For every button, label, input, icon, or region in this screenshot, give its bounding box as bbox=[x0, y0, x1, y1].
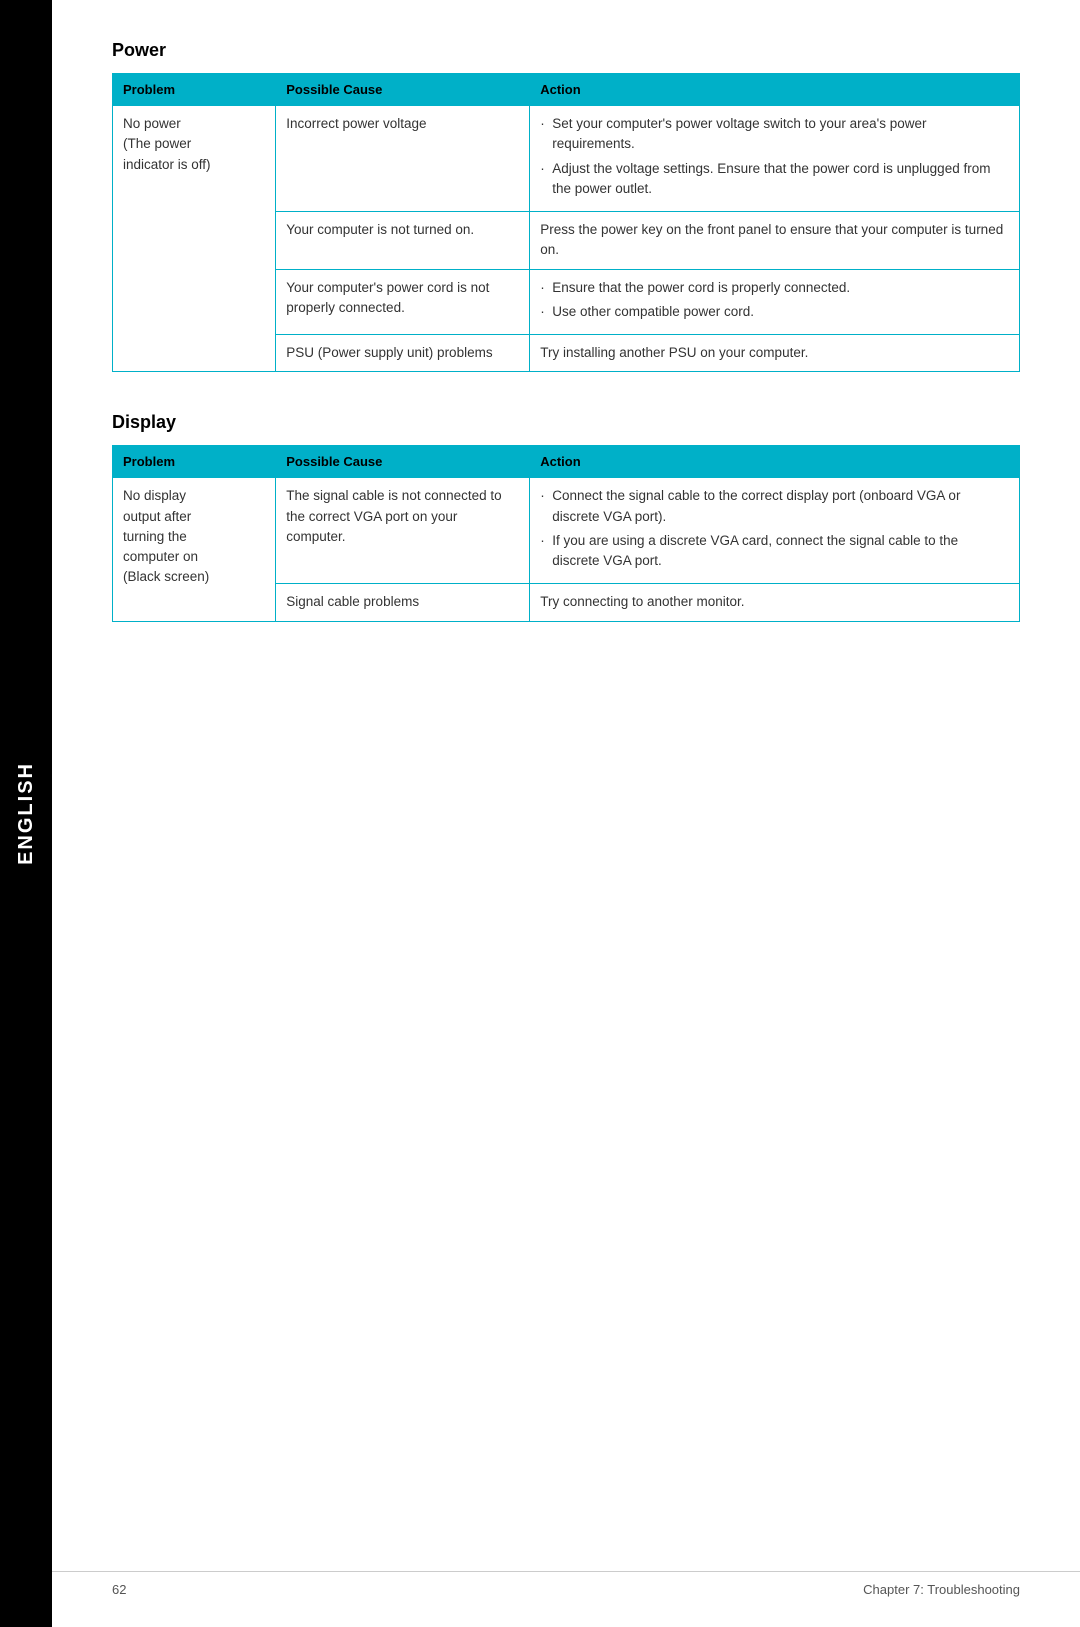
power-cause-1: Incorrect power voltage bbox=[276, 106, 530, 212]
power-section-title: Power bbox=[112, 40, 1020, 61]
display-header-problem: Problem bbox=[113, 446, 276, 478]
display-cause-2: Signal cable problems bbox=[276, 584, 530, 621]
footer: 62 Chapter 7: Troubleshooting bbox=[52, 1571, 1080, 1597]
display-problem-1: No displayoutput afterturning thecompute… bbox=[113, 478, 276, 621]
display-action-1: Connect the signal cable to the correct … bbox=[530, 478, 1020, 584]
power-action-1: Set your computer's power voltage switch… bbox=[530, 106, 1020, 212]
display-action-1-bullet-1: Connect the signal cable to the correct … bbox=[540, 486, 1009, 527]
display-action-1-bullet-2: If you are using a discrete VGA card, co… bbox=[540, 531, 1009, 572]
sidebar-label: ENGLISH bbox=[15, 762, 38, 865]
display-table: Problem Possible Cause Action No display… bbox=[112, 445, 1020, 621]
power-action-2: Press the power key on the front panel t… bbox=[530, 212, 1020, 270]
main-content: Power Problem Possible Cause Action No p… bbox=[52, 0, 1080, 722]
power-action-3-bullet-2: Use other compatible power cord. bbox=[540, 302, 1009, 322]
power-table-header-row: Problem Possible Cause Action bbox=[113, 74, 1020, 106]
power-header-action: Action bbox=[530, 74, 1020, 106]
sidebar: ENGLISH bbox=[0, 0, 52, 1627]
power-cause-2: Your computer is not turned on. bbox=[276, 212, 530, 270]
display-cause-1: The signal cable is not connected to the… bbox=[276, 478, 530, 584]
power-problem-1: No power(The powerindicator is off) bbox=[113, 106, 276, 372]
display-action-2: Try connecting to another monitor. bbox=[530, 584, 1020, 621]
power-cause-3: Your computer's power cord is not proper… bbox=[276, 269, 530, 335]
power-action-3: Ensure that the power cord is properly c… bbox=[530, 269, 1020, 335]
display-table-header-row: Problem Possible Cause Action bbox=[113, 446, 1020, 478]
display-row-1: No displayoutput afterturning thecompute… bbox=[113, 478, 1020, 584]
power-row-1: No power(The powerindicator is off) Inco… bbox=[113, 106, 1020, 212]
power-action-3-bullet-1: Ensure that the power cord is properly c… bbox=[540, 278, 1009, 298]
power-table: Problem Possible Cause Action No power(T… bbox=[112, 73, 1020, 372]
footer-chapter: Chapter 7: Troubleshooting bbox=[863, 1582, 1020, 1597]
power-action-1-bullet-1: Set your computer's power voltage switch… bbox=[540, 114, 1009, 155]
display-header-cause: Possible Cause bbox=[276, 446, 530, 478]
power-header-problem: Problem bbox=[113, 74, 276, 106]
power-header-cause: Possible Cause bbox=[276, 74, 530, 106]
power-action-1-bullet-2: Adjust the voltage settings. Ensure that… bbox=[540, 159, 1009, 200]
display-header-action: Action bbox=[530, 446, 1020, 478]
power-action-4: Try installing another PSU on your compu… bbox=[530, 335, 1020, 372]
power-cause-4: PSU (Power supply unit) problems bbox=[276, 335, 530, 372]
footer-page-number: 62 bbox=[112, 1582, 126, 1597]
display-section-title: Display bbox=[112, 412, 1020, 433]
